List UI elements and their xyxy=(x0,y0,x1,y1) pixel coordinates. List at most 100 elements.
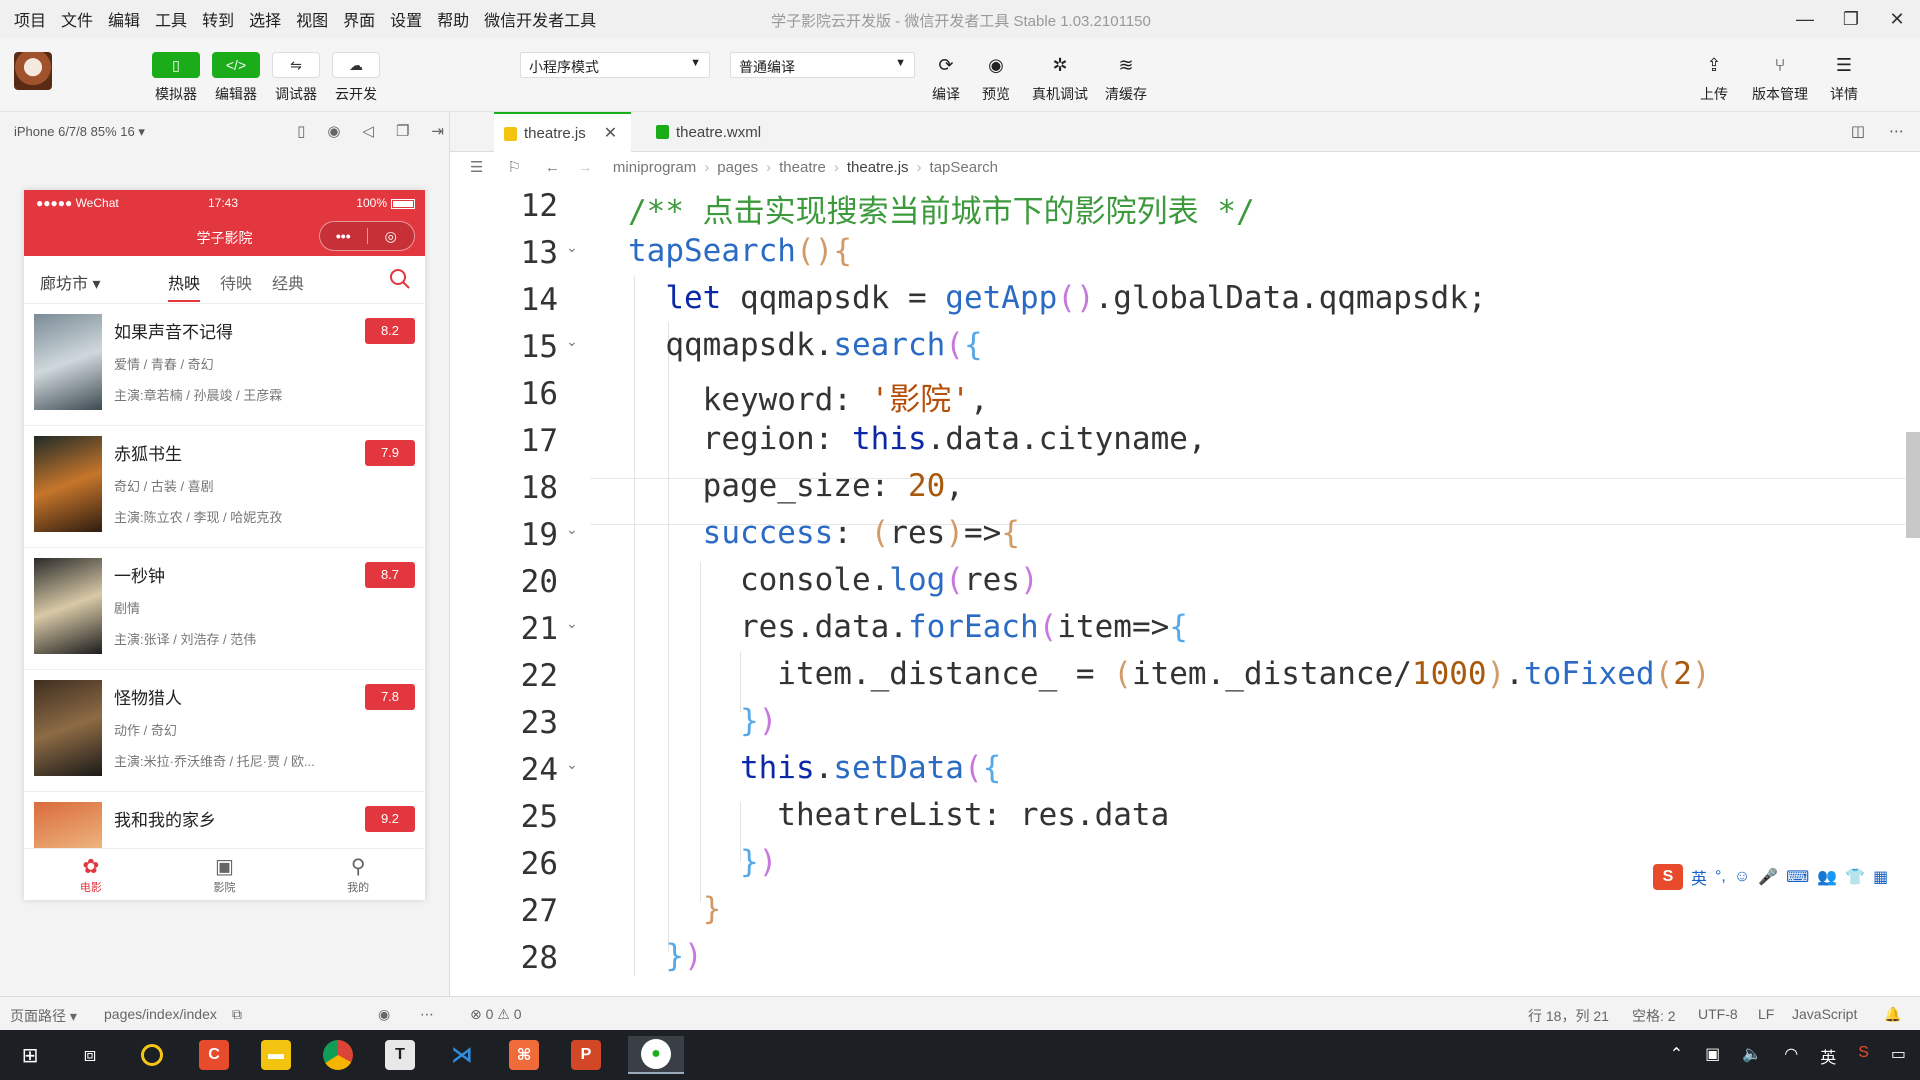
menu-item-tools[interactable]: 工具 xyxy=(155,7,187,31)
device-select[interactable]: iPhone 6/7/8 85% 16 ▾ xyxy=(14,124,145,140)
compile-select[interactable]: 普通编译 ▼ xyxy=(730,52,915,78)
chrome-icon[interactable] xyxy=(318,1036,358,1074)
tabbar-item-movies[interactable]: ✿ 电影 xyxy=(24,849,158,900)
chevron-up-icon[interactable]: ⌃ xyxy=(1670,1044,1683,1068)
wxml-file-icon xyxy=(656,125,669,139)
volume-icon[interactable]: ◁ xyxy=(362,122,374,140)
editor-button[interactable]: </> 编辑器 xyxy=(210,52,262,102)
indentation[interactable]: 空格: 2 xyxy=(1632,1006,1676,1026)
tabbar-item-theatres[interactable]: ▣ 影院 xyxy=(158,849,292,900)
upload-button[interactable]: ⇪ 上传 xyxy=(1684,52,1744,104)
shirt-icon[interactable]: 👕 xyxy=(1845,867,1865,887)
movie-list-item[interactable]: 一秒钟 剧情 主演:张译 / 刘浩存 / 范伟 8.7 xyxy=(24,548,425,670)
file-explorer-icon[interactable]: ▬ xyxy=(256,1036,296,1074)
collapse-icon[interactable]: ⇥ xyxy=(431,122,444,140)
notification-bell-icon[interactable]: 🔔 xyxy=(1884,1006,1901,1023)
window-icon[interactable]: ❐ xyxy=(396,122,409,140)
grid-icon[interactable]: ▦ xyxy=(1873,867,1888,887)
menu-item-settings[interactable]: 设置 xyxy=(390,7,422,31)
more-icon[interactable]: ⋯ xyxy=(420,1006,434,1023)
more-actions-icon[interactable]: ⋯ xyxy=(1889,122,1904,140)
phone-outline-icon[interactable]: ▯ xyxy=(297,122,305,140)
split-editor-icon[interactable]: ◫ xyxy=(1851,122,1865,140)
user-avatar[interactable] xyxy=(14,52,52,90)
page-path: pages/index/index xyxy=(104,1006,217,1022)
movie-list-item[interactable]: 赤狐书生 奇幻 / 古装 / 喜剧 主演:陈立农 / 李现 / 哈妮克孜 7.9 xyxy=(24,426,425,548)
minimize-icon[interactable]: — xyxy=(1782,0,1828,38)
problems-indicator[interactable]: ⊗ 0 ⚠ 0 xyxy=(470,1006,522,1023)
menu-item-edit[interactable]: 编辑 xyxy=(108,7,140,31)
cursor-position[interactable]: 行 18，列 21 xyxy=(1528,1006,1609,1026)
forward-icon[interactable]: → xyxy=(578,159,593,176)
restore-icon[interactable]: ❐ xyxy=(1828,0,1874,38)
tab-theatre-wxml[interactable]: theatre.wxml xyxy=(646,112,775,152)
preview-button[interactable]: ◉ 预览 xyxy=(966,52,1026,104)
wifi-icon[interactable]: ◠ xyxy=(1784,1044,1798,1068)
movie-list-item[interactable]: 如果声音不记得 爱情 / 青春 / 奇幻 主演:章若楠 / 孙晨竣 / 王彦霖 … xyxy=(24,304,425,426)
city-select[interactable]: 廊坊市 ▾ xyxy=(40,270,101,294)
menu-item-view[interactable]: 视图 xyxy=(296,7,328,31)
version-button[interactable]: ⑂ 版本管理 xyxy=(1748,52,1812,104)
microphone-icon[interactable]: 🎤 xyxy=(1758,867,1778,887)
cortana-icon[interactable] xyxy=(132,1036,172,1074)
more-icon[interactable]: ••• xyxy=(320,222,367,250)
menu-item-wechat-devtools[interactable]: 微信开发者工具 xyxy=(484,7,596,31)
cloud-button[interactable]: ☁ 云开发 xyxy=(330,52,382,102)
tab-now-showing[interactable]: 热映 xyxy=(168,270,201,302)
fold-icon: ⌄ xyxy=(566,756,578,772)
tabbar-item-profile[interactable]: ⚲ 我的 xyxy=(291,849,425,900)
keyboard-icon[interactable]: ⌨ xyxy=(1786,867,1809,887)
tab-coming-soon[interactable]: 待映 xyxy=(220,270,252,294)
back-icon[interactable]: ← xyxy=(545,159,560,176)
page-path-select[interactable]: 页面路径 ▾ xyxy=(10,1006,77,1026)
powerpoint-icon[interactable]: P xyxy=(566,1036,606,1074)
tab-classic[interactable]: 经典 xyxy=(272,270,304,294)
windows-start-icon[interactable]: ⊞ xyxy=(10,1036,50,1074)
details-button[interactable]: ☰ 详情 xyxy=(1814,52,1874,104)
fold-icon: ⌄ xyxy=(566,521,578,537)
movie-list-item[interactable]: 怪物猎人 动作 / 奇幻 主演:米拉·乔沃维奇 / 托尼·贾 / 欧... 7.… xyxy=(24,670,425,792)
menu-item-goto[interactable]: 转到 xyxy=(202,7,234,31)
copy-icon[interactable]: ⧉ xyxy=(232,1006,242,1023)
close-mini-program-icon[interactable]: ◎ xyxy=(368,222,415,250)
punctuation-icon[interactable]: °, xyxy=(1715,868,1726,886)
input-language[interactable]: 英 xyxy=(1820,1044,1836,1068)
close-tab-icon[interactable]: ✕ xyxy=(604,123,617,143)
speaker-icon[interactable]: 🔈 xyxy=(1742,1044,1762,1068)
eye-icon[interactable]: ◉ xyxy=(378,1006,390,1023)
menu-item-interface[interactable]: 界面 xyxy=(343,7,375,31)
menu-item-help[interactable]: 帮助 xyxy=(437,7,469,31)
encoding[interactable]: UTF-8 xyxy=(1698,1006,1738,1022)
user-group-icon[interactable]: 👥 xyxy=(1817,867,1837,887)
toolbar: ▯ 模拟器 </> 编辑器 ⇋ 调试器 ☁ 云开发 小程序模式 ▼ 普通编译 ▼ ⟳… xyxy=(0,38,1920,112)
bookmark-icon[interactable]: ⚐ xyxy=(507,158,520,176)
emoji-icon[interactable]: ☺ xyxy=(1734,868,1750,886)
clear-cache-button[interactable]: ≋ 清缓存 xyxy=(1096,52,1156,104)
menu-item-file[interactable]: 文件 xyxy=(61,7,93,31)
close-window-icon[interactable]: ✕ xyxy=(1874,0,1920,38)
xmind-icon[interactable]: ⌘ xyxy=(504,1036,544,1074)
search-icon[interactable] xyxy=(389,268,411,290)
mode-select[interactable]: 小程序模式 ▼ xyxy=(520,52,710,78)
debugger-button[interactable]: ⇋ 调试器 xyxy=(270,52,322,102)
simulator-button[interactable]: ▯ 模拟器 xyxy=(150,52,202,102)
typora-icon[interactable]: T xyxy=(380,1036,420,1074)
list-icon[interactable]: ☰ xyxy=(470,158,483,176)
line-ending[interactable]: LF xyxy=(1758,1006,1774,1022)
tab-theatre-js[interactable]: theatre.js ✕ xyxy=(494,112,632,152)
menu-item-select[interactable]: 选择 xyxy=(249,7,281,31)
network-icon[interactable]: ▣ xyxy=(1705,1044,1720,1068)
task-view-icon[interactable]: ⧈ xyxy=(70,1036,110,1074)
wechat-devtools-icon[interactable]: ● xyxy=(628,1036,684,1074)
menu-item-project[interactable]: 项目 xyxy=(14,7,46,31)
record-icon[interactable]: ◉ xyxy=(327,122,340,140)
sogou-icon[interactable]: S xyxy=(1653,864,1683,890)
real-debug-button[interactable]: ✲ 真机调试 xyxy=(1030,52,1090,104)
vscode-icon[interactable]: ⋊ xyxy=(442,1036,482,1074)
sogou-tray-icon[interactable]: S xyxy=(1858,1044,1869,1068)
vertical-scrollbar[interactable] xyxy=(1906,432,1920,538)
app-icon-red[interactable]: C xyxy=(194,1036,234,1074)
menu-bar: 项目 文件 编辑 工具 转到 选择 视图 界面 设置 帮助 微信开发者工具 xyxy=(0,7,611,31)
notification-center-icon[interactable]: ▭ xyxy=(1891,1044,1906,1068)
language-mode[interactable]: JavaScript xyxy=(1792,1006,1857,1022)
